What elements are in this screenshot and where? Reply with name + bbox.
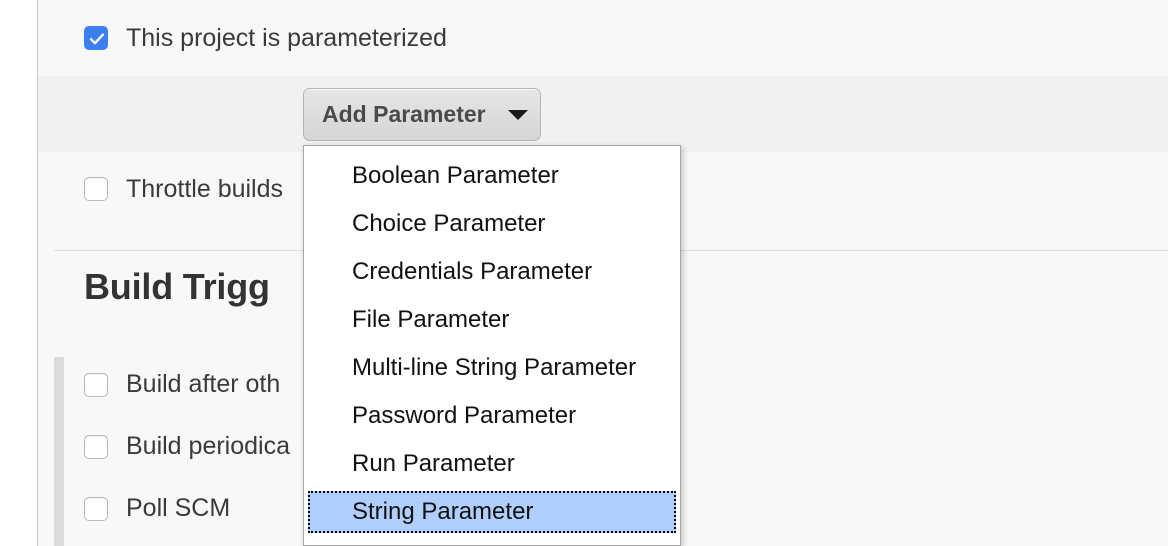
row-inner: Throttle builds <box>38 177 283 202</box>
row-project-parameterized: This project is parameterized <box>38 0 1168 76</box>
checkbox-label-parameterized: This project is parameterized <box>126 26 447 51</box>
add-parameter-button-label: Add Parameter <box>322 101 486 128</box>
checkbox-label-build-after-other: Build after oth <box>126 372 280 397</box>
checkbox-label-throttle-builds: Throttle builds <box>126 177 283 202</box>
checkbox-build-periodically[interactable] <box>84 435 108 459</box>
checkbox-parameterized[interactable] <box>84 26 108 50</box>
menu-item-run-parameter[interactable]: Run Parameter <box>308 443 676 485</box>
menu-item-label: Credentials Parameter <box>308 260 592 284</box>
screen-root: This project is parameterized Throttle b… <box>0 0 1168 546</box>
checkbox-poll-scm[interactable] <box>84 497 108 521</box>
menu-item-credentials-parameter[interactable]: Credentials Parameter <box>308 251 676 293</box>
menu-item-label: String Parameter <box>310 500 533 524</box>
checkbox-build-after-other[interactable] <box>84 373 108 397</box>
add-parameter-dropdown-menu[interactable]: Boolean Parameter Choice Parameter Crede… <box>303 145 681 546</box>
menu-item-label: Choice Parameter <box>308 212 545 236</box>
menu-item-password-parameter[interactable]: Password Parameter <box>308 395 676 437</box>
row-inner: This project is parameterized <box>38 26 447 51</box>
menu-item-string-parameter[interactable]: String Parameter <box>308 491 676 533</box>
checkbox-label-poll-scm: Poll SCM <box>126 496 230 521</box>
row-build-periodically: Build periodica <box>84 434 290 459</box>
menu-item-multi-line-string-parameter[interactable]: Multi-line String Parameter <box>308 347 676 389</box>
check-icon <box>88 30 106 48</box>
menu-item-file-parameter[interactable]: File Parameter <box>308 299 676 341</box>
menu-item-label: Run Parameter <box>308 452 515 476</box>
checkbox-label-build-periodically: Build periodica <box>126 434 290 459</box>
menu-item-label: Password Parameter <box>308 404 576 428</box>
page-title-build-triggers: Build Trigg <box>84 266 270 308</box>
menu-item-label: Boolean Parameter <box>308 164 559 188</box>
row-build-after-other: Build after oth <box>84 372 280 397</box>
add-parameter-button[interactable]: Add Parameter <box>303 88 541 141</box>
row-poll-scm: Poll SCM <box>84 496 230 521</box>
menu-item-label: Multi-line String Parameter <box>308 356 636 380</box>
menu-item-label: File Parameter <box>308 308 509 332</box>
checkbox-throttle-builds[interactable] <box>84 177 108 201</box>
menu-item-choice-parameter[interactable]: Choice Parameter <box>308 203 676 245</box>
menu-item-boolean-parameter[interactable]: Boolean Parameter <box>308 155 676 197</box>
row-add-parameter <box>38 76 1168 152</box>
chevron-down-icon <box>508 110 528 120</box>
section-indicator-bar-triggers <box>54 357 64 546</box>
